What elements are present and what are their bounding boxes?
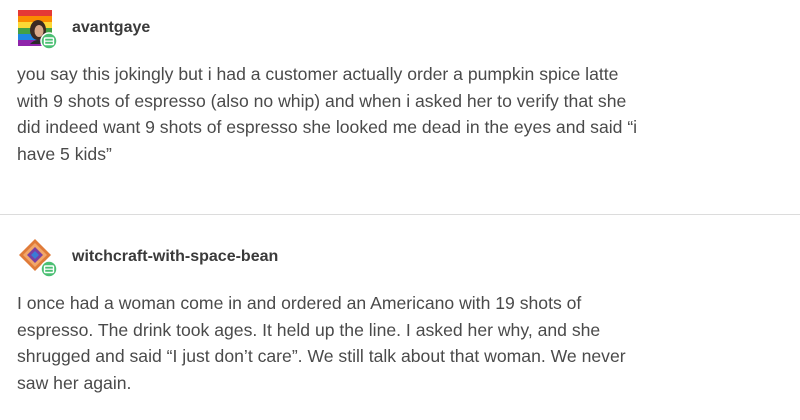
rainbow-avatar-icon	[18, 10, 58, 50]
post-body: I once had a woman come in and ordered a…	[17, 290, 787, 396]
post-text-line: saw her again.	[17, 372, 132, 393]
follow-badge-icon[interactable]	[40, 32, 58, 50]
username[interactable]: avantgaye	[72, 19, 150, 37]
post-text-line: with 9 shots of espresso (also no whip) …	[17, 90, 627, 111]
username[interactable]: witchcraft-with-space-bean	[72, 248, 278, 266]
avatar[interactable]	[18, 238, 58, 278]
reblog-post-1: avantgaye you say this jokingly but i ha…	[0, 0, 800, 214]
follow-badge-icon[interactable]	[40, 260, 58, 278]
post-body: you say this jokingly but i had a custom…	[17, 61, 787, 167]
avatar[interactable]	[18, 10, 58, 50]
post-text-line: I once had a woman come in and ordered a…	[17, 293, 582, 313]
post-text-line: you say this jokingly but i had a custom…	[17, 64, 619, 84]
reblog-post-2: witchcraft-with-space-bean I once had a …	[0, 215, 800, 420]
post-text-line: did indeed want 9 shots of espresso she …	[17, 117, 638, 137]
post-text-line: have 5 kids”	[17, 143, 112, 164]
diamond-avatar-icon	[19, 239, 58, 278]
post-text-line: espresso. The drink took ages. It held u…	[17, 319, 601, 340]
post-text-line: shrugged and said “I just don’t care”. W…	[17, 346, 626, 366]
